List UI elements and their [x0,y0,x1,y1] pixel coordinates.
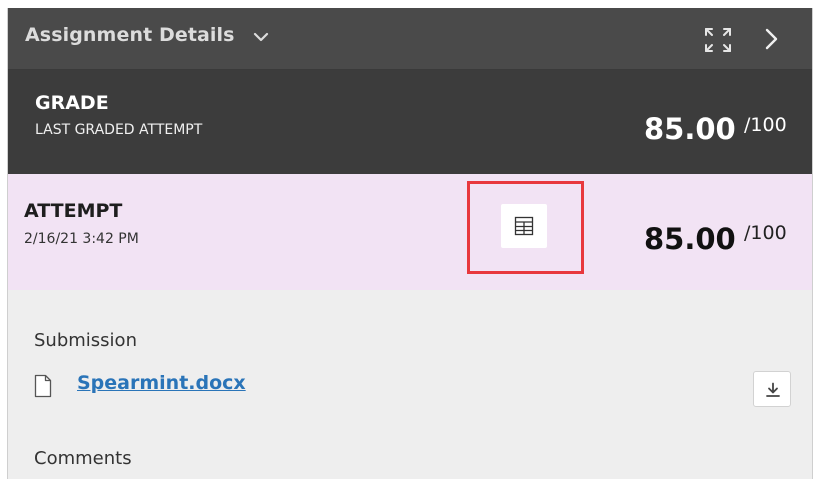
grade-label: GRADE [35,92,109,114]
attempt-score: 85.00 [644,222,736,256]
chevron-down-icon[interactable] [252,28,270,46]
document-icon [34,374,52,398]
attempt-row[interactable]: ATTEMPT 2/16/21 3:42 PM 85.00 /100 [8,174,812,290]
submission-label: Submission [34,330,137,351]
attempt-date: 2/16/21 3:42 PM [24,231,139,247]
download-icon [766,382,780,397]
assignment-details-panel: Assignment Details GRADE LAST GRADED ATT… [7,8,813,479]
grade-max: /100 [744,114,787,136]
rubric-grid-icon [514,216,534,236]
rubric-button[interactable] [501,204,547,248]
panel-title[interactable]: Assignment Details [25,24,235,46]
attempt-label: ATTEMPT [24,200,123,222]
submission-file-link[interactable]: Spearmint.docx [77,372,246,394]
download-button[interactable] [753,371,791,407]
grade-score: 85.00 [644,112,736,146]
submission-body: Submission Spearmint.docx Comments [8,290,812,479]
grade-sublabel: LAST GRADED ATTEMPT [35,122,203,138]
attempt-max: /100 [744,222,787,244]
comments-label: Comments [34,448,132,469]
grade-summary: GRADE LAST GRADED ATTEMPT 85.00 /100 [8,70,812,174]
chevron-right-icon[interactable] [760,24,784,54]
panel-header: Assignment Details [8,8,812,70]
expand-icon[interactable] [702,25,734,55]
